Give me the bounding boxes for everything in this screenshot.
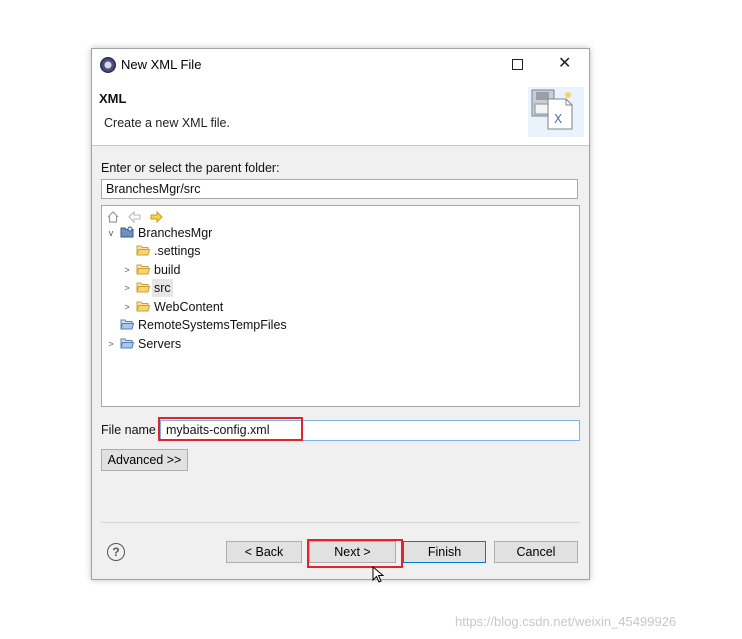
next-button-highlight bbox=[307, 539, 403, 568]
maximize-icon bbox=[512, 59, 523, 70]
cancel-button[interactable]: Cancel bbox=[494, 541, 578, 563]
maximize-button[interactable] bbox=[494, 49, 540, 81]
expand-toggle[interactable]: > bbox=[122, 261, 132, 279]
help-icon[interactable]: ? bbox=[107, 543, 125, 561]
expand-toggle[interactable]: > bbox=[122, 279, 132, 297]
tree-item-label: build bbox=[154, 263, 181, 277]
close-icon: ✕ bbox=[558, 55, 572, 72]
eclipse-icon bbox=[100, 57, 116, 73]
expand-toggle[interactable]: > bbox=[122, 298, 132, 316]
folder-icon bbox=[136, 264, 150, 275]
tree-item-label: RemoteSystemsTempFiles bbox=[138, 318, 287, 332]
finish-button[interactable]: Finish bbox=[403, 541, 486, 563]
folder-icon bbox=[136, 245, 150, 256]
tree-item-label: src bbox=[152, 279, 173, 297]
tree-toolbar bbox=[106, 208, 167, 224]
parent-folder-label: Enter or select the parent folder: bbox=[101, 161, 280, 175]
new-xml-file-dialog: New XML File ✕ XML Create a new XML file… bbox=[91, 48, 590, 580]
tree-item-label: .settings bbox=[154, 244, 201, 258]
folder-icon bbox=[136, 282, 150, 293]
watermark: https://blog.csdn.net/weixin_45499926 bbox=[455, 614, 677, 629]
parent-folder-input[interactable]: BranchesMgr/src bbox=[101, 179, 578, 199]
tree-item-label: Servers bbox=[138, 337, 182, 351]
expand-toggle[interactable]: v bbox=[106, 224, 116, 242]
separator bbox=[101, 522, 580, 523]
mouse-cursor-icon bbox=[372, 566, 385, 583]
tree-item-label: WebContent bbox=[154, 300, 224, 314]
back-button[interactable]: < Back bbox=[226, 541, 302, 563]
expand-toggle[interactable]: > bbox=[106, 335, 116, 353]
folder-icon bbox=[120, 319, 134, 330]
forward-arrow-icon[interactable] bbox=[149, 210, 163, 224]
project-icon bbox=[120, 226, 134, 238]
file-name-highlight bbox=[158, 417, 303, 441]
home-icon[interactable] bbox=[106, 210, 120, 224]
wizard-description: Create a new XML file. bbox=[104, 116, 230, 130]
tree-item-label: BranchesMgr bbox=[138, 226, 213, 240]
file-name-label: File name bbox=[101, 423, 156, 437]
wizard-title: XML bbox=[99, 91, 127, 106]
close-button[interactable]: ✕ bbox=[542, 49, 588, 81]
xml-file-wizard-icon: X bbox=[528, 87, 584, 137]
folder-tree[interactable]: v BranchesMgr .settings > build > src > … bbox=[101, 205, 580, 407]
folder-icon bbox=[120, 338, 134, 349]
back-arrow-icon[interactable] bbox=[127, 210, 142, 224]
window-title: New XML File bbox=[121, 57, 202, 72]
advanced-button[interactable]: Advanced >> bbox=[101, 449, 188, 471]
title-bar: New XML File ✕ bbox=[92, 49, 589, 81]
svg-text:X: X bbox=[554, 112, 562, 126]
folder-icon bbox=[136, 301, 150, 312]
wizard-header: XML Create a new XML file. X bbox=[92, 81, 589, 146]
